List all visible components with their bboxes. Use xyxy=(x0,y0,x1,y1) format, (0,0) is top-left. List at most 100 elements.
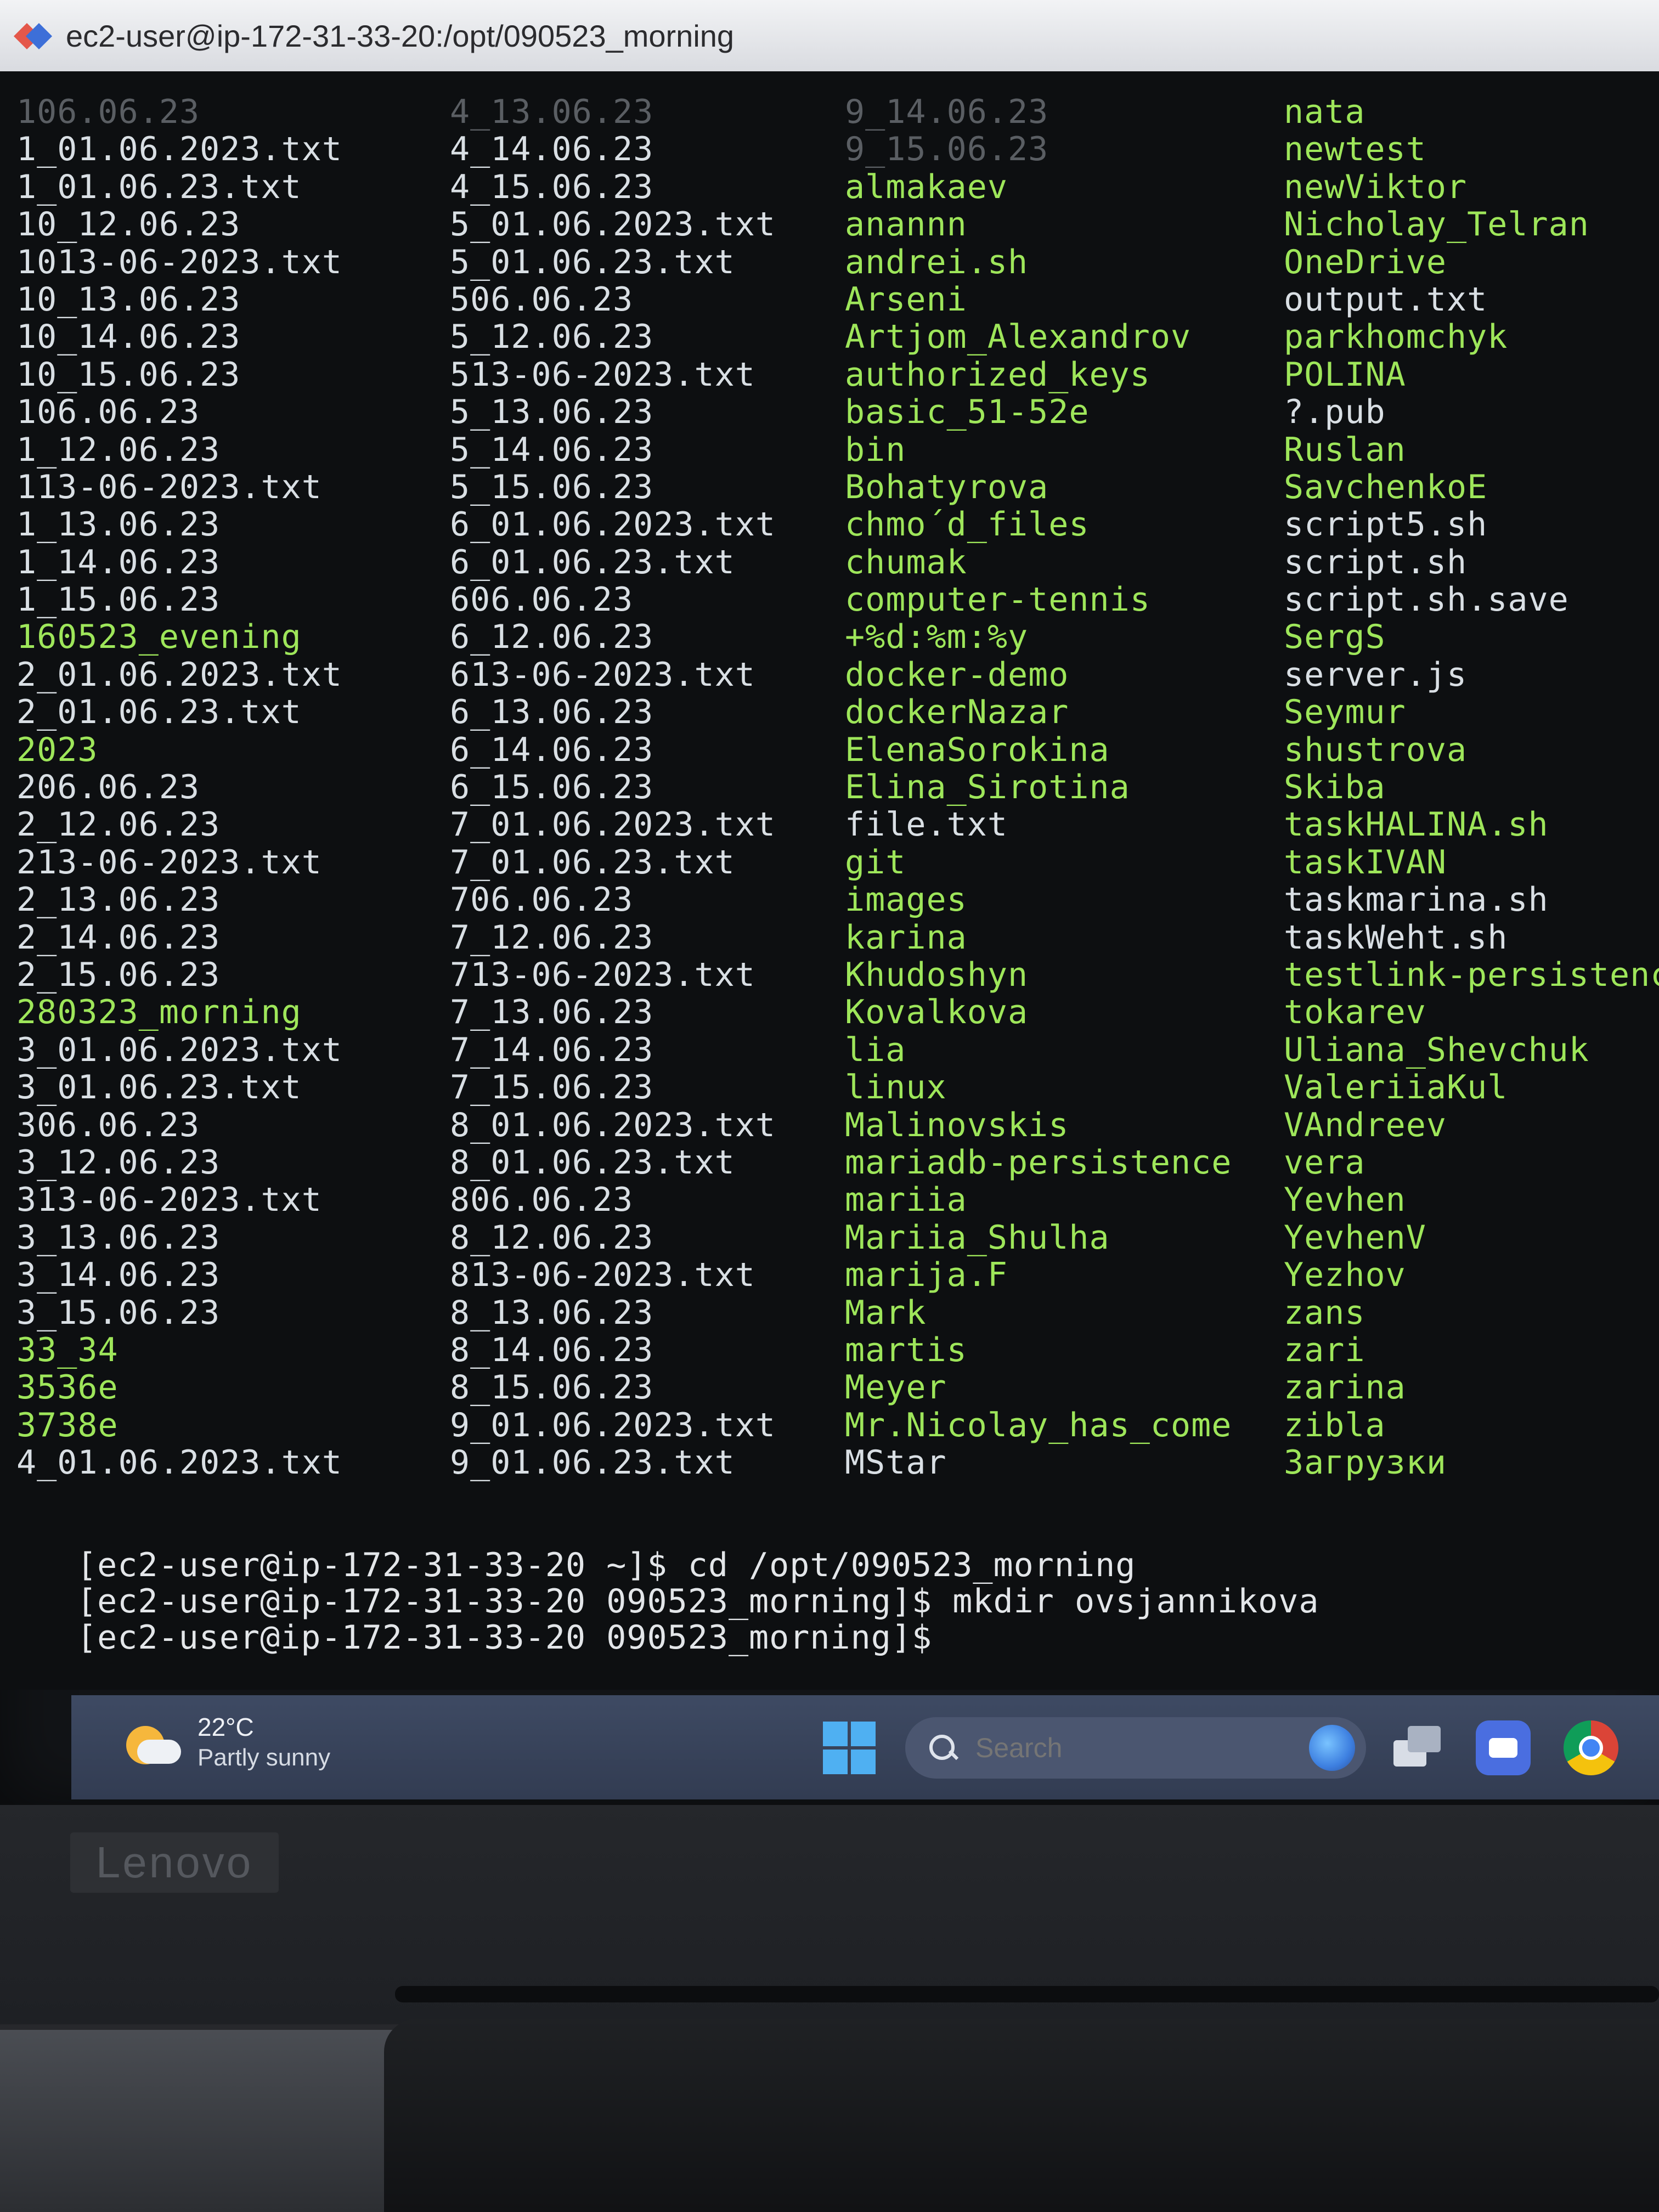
listing-entry: 813-06-2023.txt xyxy=(450,1256,755,1295)
listing-entry: 2_01.06.2023.txt xyxy=(16,655,342,694)
listing-entry: 5_01.06.23.txt xyxy=(450,242,735,281)
listing-entry: 513-06-2023.txt xyxy=(450,355,755,394)
listing-entry: script.sh.save xyxy=(1284,580,1569,619)
listing-entry: YevhenV xyxy=(1284,1218,1426,1257)
listing-entry: karina xyxy=(845,918,967,957)
listing-entry: chumak xyxy=(845,543,967,582)
listing-entry: Kovalkova xyxy=(845,993,1029,1032)
partly-sunny-icon xyxy=(121,1715,181,1770)
listing-entry: marija.F xyxy=(845,1256,1008,1295)
listing-entry: linux xyxy=(845,1068,947,1107)
start-tile xyxy=(851,1750,876,1774)
listing-column-4: nata newtest newViktor Nicholay_Telran OneDr… xyxy=(1284,93,1659,1482)
listing-entry: 5_14.06.23 xyxy=(450,430,654,469)
listing-entry: 6_01.06.2023.txt xyxy=(450,505,776,544)
listing-entry: 706.06.23 xyxy=(450,881,634,919)
listing-entry: taskIVAN xyxy=(1284,843,1447,882)
listing-entry: Ruslan xyxy=(1284,430,1406,469)
listing-entry: POLINA xyxy=(1284,355,1406,394)
listing-entry: 106.06.23 xyxy=(16,93,200,131)
listing-entry: 3_14.06.23 xyxy=(16,1256,221,1295)
listing-entry: 713-06-2023.txt xyxy=(450,955,755,994)
listing-entry: 3536e xyxy=(16,1368,119,1407)
listing-entry: 8_15.06.23 xyxy=(450,1368,654,1407)
listing-entry: anannn xyxy=(845,205,967,244)
start-tile xyxy=(851,1722,876,1746)
taskbar-search-box[interactable] xyxy=(905,1717,1366,1779)
listing-entry: 306.06.23 xyxy=(16,1105,200,1144)
listing-column-1: 106.06.23 1_01.06.2023.txt 1_01.06.23.txt 1… xyxy=(16,93,342,1482)
listing-entry: parkhomchyk xyxy=(1284,318,1508,357)
listing-entry: 9_15.06.23 xyxy=(845,130,1049,169)
listing-entry: SergS xyxy=(1284,618,1386,657)
listing-entry: 5_13.06.23 xyxy=(450,393,654,432)
listing-entry: 3_13.06.23 xyxy=(16,1218,221,1257)
listing-entry: ValeriiaKul xyxy=(1284,1068,1508,1107)
listing-entry: basic_51-52e xyxy=(845,393,1090,432)
listing-entry: 3_12.06.23 xyxy=(16,1143,221,1182)
listing-entry: SavchenkoE xyxy=(1284,467,1488,506)
listing-entry: 280323_morning xyxy=(16,993,302,1032)
photo-scene: ec2-user@ip-172-31-33-20:/opt/090523_mor… xyxy=(0,0,1659,2212)
listing-entry: 10_15.06.23 xyxy=(16,355,241,394)
listing-entry: 6_14.06.23 xyxy=(450,730,654,769)
listing-entry: vera xyxy=(1284,1143,1365,1182)
listing-entry: 5_15.06.23 xyxy=(450,467,654,506)
listing-entry: OneDrive xyxy=(1284,242,1447,281)
listing-entry: 8_14.06.23 xyxy=(450,1330,654,1369)
listing-entry: 3_15.06.23 xyxy=(16,1293,221,1332)
active-prompt-line[interactable]: [ec2-user@ip-172-31-33-20 090523_morning… xyxy=(77,1620,1319,1656)
chrome-icon[interactable] xyxy=(1564,1720,1618,1775)
listing-entry: almakaev xyxy=(845,167,1008,206)
listing-entry: ?.pub xyxy=(1284,393,1386,432)
listing-entry: 313-06-2023.txt xyxy=(16,1181,322,1220)
terminal-cursor xyxy=(932,1624,950,1655)
listing-entry: 5_12.06.23 xyxy=(450,318,654,357)
listing-entry: 5_01.06.2023.txt xyxy=(450,205,776,244)
listing-entry: 1013-06-2023.txt xyxy=(16,242,342,281)
listing-entry: 7_14.06.23 xyxy=(450,1030,654,1069)
shell-prompts: [ec2-user@ip-172-31-33-20 ~]$ cd /opt/09… xyxy=(77,1547,1319,1656)
listing-entry: zans xyxy=(1284,1293,1365,1332)
listing-entry: images xyxy=(845,881,967,919)
listing-entry: Arseni xyxy=(845,280,967,319)
lenovo-logo: Lenovo xyxy=(70,1832,279,1893)
listing-entry: Загрузки xyxy=(1284,1443,1447,1482)
task-view-icon[interactable] xyxy=(1393,1726,1441,1769)
listing-entry: taskmarina.sh xyxy=(1284,881,1549,919)
listing-entry: Artjom_Alexandrov xyxy=(845,318,1192,357)
window-titlebar[interactable]: ec2-user@ip-172-31-33-20:/opt/090523_mor… xyxy=(0,0,1659,71)
meet-app-icon[interactable] xyxy=(1476,1720,1531,1775)
listing-entry: docker-demo xyxy=(845,655,1069,694)
copilot-icon[interactable] xyxy=(1309,1725,1355,1771)
search-icon xyxy=(927,1733,958,1763)
listing-entry: 4_01.06.2023.txt xyxy=(16,1443,342,1482)
window-title: ec2-user@ip-172-31-33-20:/opt/090523_mor… xyxy=(66,18,735,53)
windows-start-icon[interactable] xyxy=(823,1722,876,1774)
search-input[interactable] xyxy=(974,1731,1284,1764)
weather-text: 22°C Partly sunny xyxy=(198,1712,330,1773)
listing-entry: 160523_evening xyxy=(16,618,302,657)
listing-entry: output.txt xyxy=(1284,280,1488,319)
listing-entry: 6_13.06.23 xyxy=(450,693,654,732)
listing-entry: script.sh xyxy=(1284,543,1468,582)
cloud-shape xyxy=(137,1740,181,1764)
listing-entry: dockerNazar xyxy=(845,693,1069,732)
weather-widget[interactable]: 22°C Partly sunny xyxy=(121,1712,330,1773)
listing-entry: Uliana_Shevchuk xyxy=(1284,1030,1589,1069)
listing-entry: authorized_keys xyxy=(845,355,1150,394)
listing-entry: martis xyxy=(845,1330,967,1369)
listing-entry: 606.06.23 xyxy=(450,580,634,619)
start-tile xyxy=(823,1750,848,1774)
listing-entry: 806.06.23 xyxy=(450,1181,634,1220)
laptop-hinge xyxy=(395,1986,1659,2002)
listing-entry: 613-06-2023.txt xyxy=(450,655,755,694)
putty-icon xyxy=(16,19,49,52)
listing-entry: 206.06.23 xyxy=(16,768,200,807)
listing-entry: 10_13.06.23 xyxy=(16,280,241,319)
listing-entry: 9_01.06.2023.txt xyxy=(450,1406,776,1444)
weather-temperature: 22°C xyxy=(198,1713,254,1741)
terminal-window[interactable]: 106.06.23 1_01.06.2023.txt 1_01.06.23.txt 1… xyxy=(0,71,1659,1690)
listing-entry: 2023 xyxy=(16,730,98,769)
listing-entry: taskHALINA.sh xyxy=(1284,805,1549,844)
